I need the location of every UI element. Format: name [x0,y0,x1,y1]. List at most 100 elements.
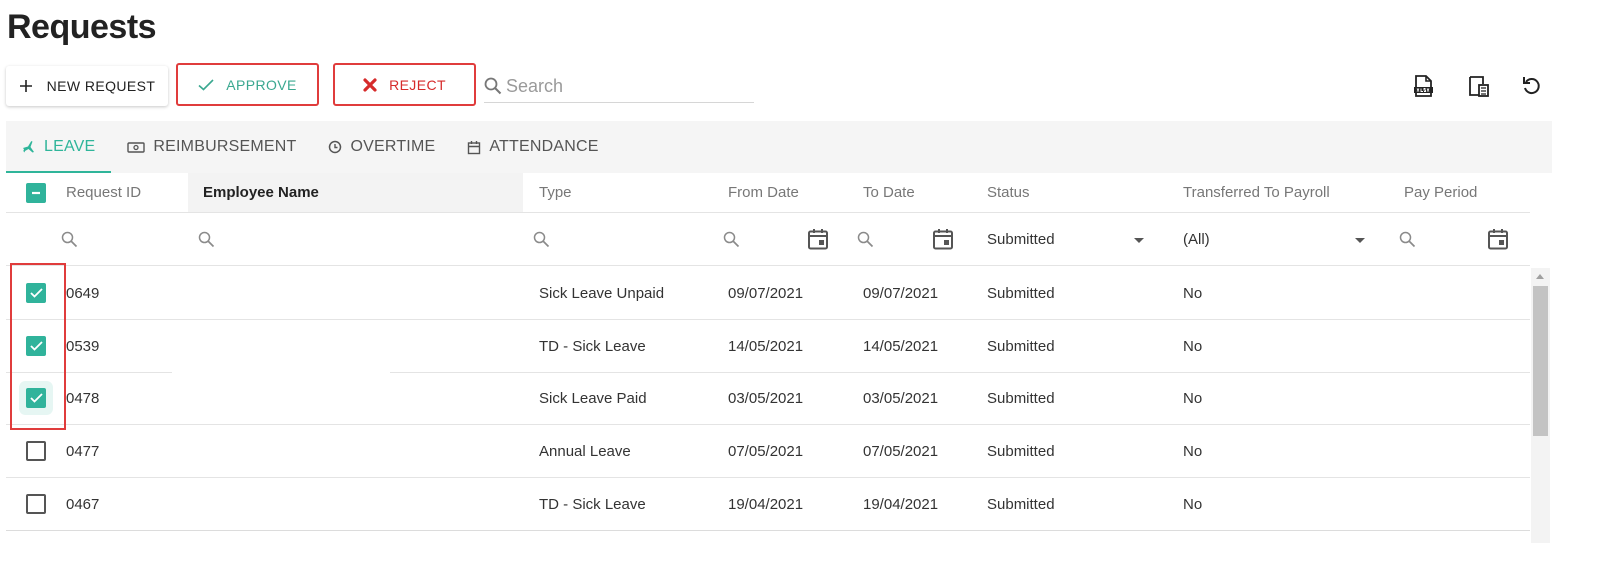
new-request-label: NEW REQUEST [46,78,156,94]
search-icon [198,231,215,247]
column-header-pay-period[interactable]: Pay Period [1404,173,1477,212]
search-icon [61,231,78,247]
transferred-to-payroll: No [1183,495,1203,513]
transferred-to-payroll: No [1183,442,1203,460]
plus-icon [19,80,32,92]
scrollbar-thumb[interactable] [1533,286,1548,436]
leave-type: TD - Sick Leave [539,495,646,513]
tab-reimbursement-label: REIMBURSEMENT [153,138,297,155]
filter-employee-name[interactable] [198,213,215,265]
search-icon [484,77,502,95]
scroll-up-arrow-icon[interactable] [1536,274,1544,279]
filter-payroll-select[interactable]: (All) [1183,213,1210,265]
grid-filter-row: Submitted (All) [6,213,1530,266]
leave-type: Sick Leave Paid [539,389,647,407]
export-xlsx-icon[interactable] [1410,73,1436,99]
page-title: Requests [7,8,157,46]
filter-request-id[interactable] [61,213,78,265]
status: Submitted [987,495,1055,513]
from-date-calendar-icon[interactable] [807,213,829,265]
reject-button[interactable]: REJECT [333,63,476,106]
transferred-to-payroll: No [1183,284,1203,302]
search-input[interactable] [506,75,746,97]
clock-icon [329,140,342,154]
payroll-dropdown-arrow-icon[interactable] [1355,238,1365,243]
vertical-scrollbar[interactable] [1531,268,1550,543]
tab-leave-label: LEAVE [44,138,96,155]
row-checkbox[interactable] [26,388,46,408]
check-icon [198,78,214,91]
leave-type: Sick Leave Unpaid [539,284,665,302]
column-header-type[interactable]: Type [539,173,572,212]
column-header-from-date[interactable]: From Date [728,173,799,212]
status: Submitted [987,389,1055,407]
x-icon [363,77,377,92]
table-row[interactable]: 0539 TD - Sick Leave 14/05/2021 14/05/20… [6,320,1530,373]
employee-name-redacted [172,372,390,424]
employee-name-redacted [172,425,390,477]
request-id: 0478 [66,389,100,407]
table-row[interactable]: 0477 Annual Leave 07/05/2021 07/05/2021 … [6,425,1530,478]
status: Submitted [987,442,1055,460]
airplane-icon [23,141,34,153]
to-date: 03/05/2021 [863,389,939,407]
column-header-request-id[interactable]: Request ID [66,173,141,212]
from-date: 14/05/2021 [728,337,804,355]
filter-status-select[interactable]: Submitted [987,213,1055,265]
row-checkbox[interactable] [26,494,46,514]
select-all-checkbox-cell[interactable] [26,173,46,212]
new-request-button[interactable]: NEW REQUEST [6,66,168,106]
row-checkbox[interactable] [26,441,46,461]
from-date: 03/05/2021 [728,389,804,407]
search-box [484,70,754,103]
employee-name-redacted [172,478,390,530]
calendar-icon [468,140,481,154]
search-icon [857,231,874,247]
minus-icon [32,191,40,194]
transferred-to-payroll: No [1183,389,1203,407]
leave-type: TD - Sick Leave [539,337,646,355]
request-id: 0477 [66,442,100,460]
status-dropdown-arrow-icon[interactable] [1134,238,1144,243]
column-header-to-date[interactable]: To Date [863,173,915,212]
tab-overtime[interactable]: OVERTIME [312,121,451,173]
employee-name-redacted [172,320,390,372]
transferred-to-payroll: No [1183,337,1203,355]
request-id: 0539 [66,337,100,355]
filter-to-date[interactable] [857,213,874,265]
from-date: 19/04/2021 [728,495,804,513]
status: Submitted [987,284,1055,302]
tab-leave[interactable]: LEAVE [6,121,112,173]
column-header-employee-name[interactable]: Employee Name [188,173,523,212]
refresh-icon[interactable] [1519,73,1545,99]
check-icon [29,393,43,403]
search-icon [1399,231,1416,247]
to-date-calendar-icon[interactable] [932,213,954,265]
column-header-transferred-to-payroll[interactable]: Transferred To Payroll [1183,173,1330,212]
select-all-checkbox[interactable] [26,182,46,203]
table-row[interactable]: 0467 TD - Sick Leave 19/04/2021 19/04/20… [6,478,1530,531]
leave-type: Annual Leave [539,442,631,460]
tab-attendance[interactable]: ATTENDANCE [451,121,614,173]
check-icon [29,288,43,298]
column-header-status[interactable]: Status [987,173,1030,212]
check-icon [29,341,43,351]
request-tabs: LEAVE REIMBURSEMENT OVERTIME ATTENDANCE [6,121,1552,173]
pay-period-calendar-icon[interactable] [1487,213,1509,265]
tab-attendance-label: ATTENDANCE [489,138,599,155]
table-row[interactable]: 0478 Sick Leave Paid 03/05/2021 03/05/20… [6,372,1530,425]
filter-from-date[interactable] [723,213,740,265]
table-row[interactable]: 0649 Sick Leave Unpaid 09/07/2021 09/07/… [6,267,1530,320]
row-checkbox[interactable] [26,336,46,356]
request-id: 0467 [66,495,100,513]
tab-reimbursement[interactable]: REIMBURSEMENT [111,121,312,173]
reject-label: REJECT [389,76,446,93]
grid-bottom-divider [6,530,1530,531]
filter-pay-period[interactable] [1399,213,1416,265]
to-date: 07/05/2021 [863,442,939,460]
money-icon [127,141,146,153]
filter-type[interactable] [533,213,550,265]
row-checkbox[interactable] [26,283,46,303]
column-chooser-icon[interactable] [1465,73,1491,99]
approve-button[interactable]: APPROVE [176,63,319,106]
